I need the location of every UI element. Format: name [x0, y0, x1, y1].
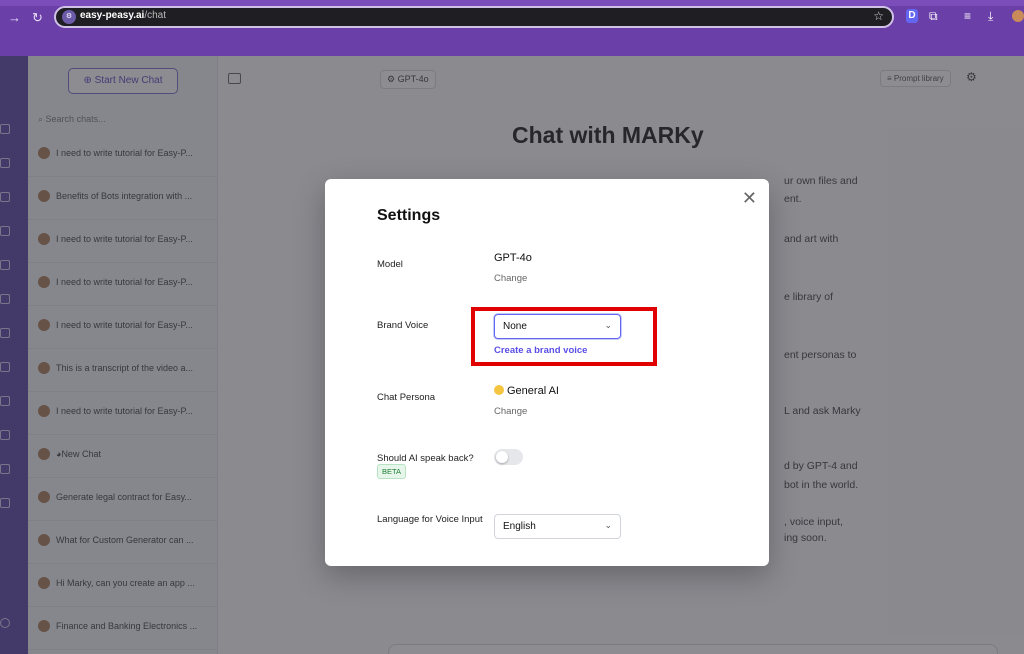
persona-value: General AI — [494, 385, 559, 397]
model-value: GPT-4o — [494, 252, 532, 264]
forward-icon[interactable]: → — [8, 10, 21, 25]
close-icon[interactable]: ✕ — [742, 189, 757, 207]
url-path: /chat — [144, 10, 166, 21]
extension-d-icon[interactable]: D — [906, 9, 918, 23]
address-bar[interactable]: ⚙ easy-peasy.ai/chat ☆ — [54, 6, 894, 28]
chat-persona-label: Chat Persona — [377, 392, 436, 403]
voice-language-label: Language for Voice Input — [377, 514, 483, 525]
modal-title: Settings — [377, 207, 441, 224]
voice-language-selected: English — [503, 521, 536, 532]
toggle-knob — [496, 451, 508, 463]
url-text: easy-peasy.ai/chat — [80, 10, 166, 21]
highlight-box — [471, 307, 657, 366]
url-host: easy-peasy.ai — [80, 10, 145, 21]
voice-language-select[interactable]: English ⌄ — [494, 514, 621, 539]
profile-avatar[interactable] — [1012, 10, 1024, 22]
settings-modal: ✕ Settings Model GPT-4o Change Brand Voi… — [325, 179, 769, 566]
reload-icon[interactable]: ↻ — [32, 10, 43, 26]
site-info-icon[interactable]: ⚙ — [62, 10, 76, 24]
beta-badge: BETA — [377, 464, 407, 479]
reading-list-icon[interactable]: ≡ — [964, 9, 971, 23]
bookmark-star-icon[interactable]: ☆ — [873, 9, 884, 23]
browser-toolbar: → ↻ ⚙ easy-peasy.ai/chat ☆ D ⧉ ≡ ⤓ — [0, 0, 1024, 56]
model-label: Model — [377, 259, 403, 270]
extensions-puzzle-icon[interactable]: ⧉ — [929, 9, 938, 24]
persona-change-link[interactable]: Change — [494, 406, 527, 417]
smile-emoji-icon — [494, 385, 504, 395]
download-icon[interactable]: ⤓ — [988, 9, 993, 24]
model-change-link[interactable]: Change — [494, 273, 527, 284]
persona-name: General AI — [507, 385, 559, 397]
speak-back-toggle[interactable] — [494, 449, 523, 465]
chevron-down-icon: ⌄ — [604, 520, 612, 530]
